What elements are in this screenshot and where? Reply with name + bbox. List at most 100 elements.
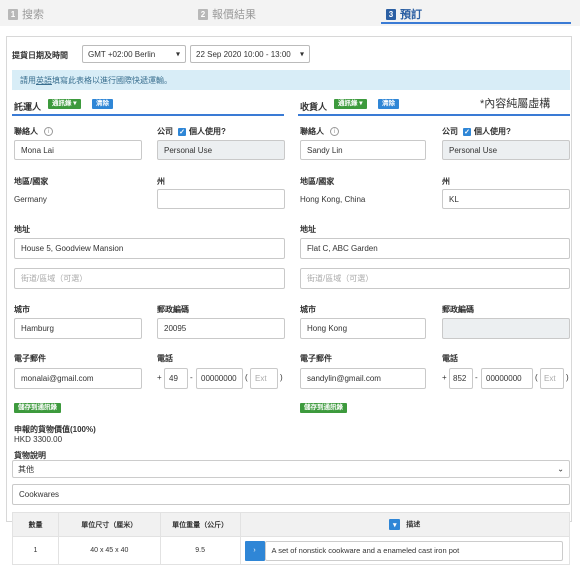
row-weight: 9.5 [159,536,241,565]
help-icon[interactable]: i [330,127,339,137]
sender-save-address-book-button[interactable]: 儲存到通訊錄 [14,403,61,413]
recipient-city-input[interactable]: Hong Kong [300,318,426,339]
qty-header: 數量 [12,512,59,537]
chevron-down-icon: ▾ [299,49,304,59]
recipient-title: 收貨人 [300,102,328,112]
recipient-postcode-input[interactable] [442,318,570,339]
chevron-down-icon: ⌄ [557,464,564,474]
chevron-down-icon: ▾ [175,49,180,59]
sender-title: 託運人 [14,102,42,112]
sender-address-book-button[interactable]: 通訊錄 ▾ [48,99,81,109]
sender-company-input[interactable]: Personal Use [157,140,285,160]
items-table: 數量 單位尺寸（厘米） 單位重量（公斤） ▾ 描述 1 40 x 45 x 40 … [12,512,571,565]
expand-all-chevron-icon[interactable]: ▾ [389,519,401,530]
row-desc-input[interactable]: A set of nonstick cookware and a enamele… [264,540,563,561]
pickup-datetime-select[interactable]: 22 Sep 2020 10:00 - 13:00 ▾ [190,45,310,63]
fictional-content-note: *內容純屬虛構 [480,98,551,110]
recipient-region-label: 地區/國家 [300,177,335,186]
sender-city-input[interactable]: Hamburg [14,318,142,339]
sender-contact-label: 聯絡人 i [14,126,53,137]
step-label: 預訂 [400,9,422,21]
recipient-address-input[interactable]: Flat C, ABC Garden [300,238,570,259]
step-number: 3 [386,8,396,20]
recipient-save-address-book-button[interactable]: 儲存到通訊錄 [300,403,347,413]
sender-postcode-label: 郵政編碼 [157,305,189,314]
sender-region-value: Germany [14,195,47,204]
sender-ext-input[interactable]: Ext [250,368,278,389]
recipient-email-input[interactable]: sandylin@gmail.com [300,368,426,389]
table-row: 1 40 x 45 x 40 9.5 › A set of nonstick c… [12,536,571,565]
ext-paren-close: ) [280,373,283,382]
recipient-postcode-label: 郵政編碼 [442,305,474,314]
recipient-state-label: 州 [442,177,450,186]
sender-address-input[interactable]: House 5, Goodview Mansion [14,238,285,259]
step-number: 2 [198,8,208,20]
timezone-select[interactable]: GMT +02:00 Berlin ▾ [82,45,186,63]
sender-clear-button[interactable]: 清除 [92,99,113,109]
sender-postcode-input[interactable]: 20095 [157,318,285,339]
recipient-email-label: 電子郵件 [300,354,332,363]
sender-state-label: 州 [157,177,165,186]
row-desc-cell: › A set of nonstick cookware and a ename… [239,536,571,565]
recipient-phone-input[interactable]: 00000000 [481,368,533,389]
recipient-ext-input[interactable]: Ext [540,368,564,389]
recipient-company-input[interactable]: Personal Use [442,140,570,160]
info-banner: 請用 英語 填寫此表格以進行國際快遞運輸。 [12,70,570,90]
ext-paren-open: ( [245,373,248,382]
recipient-company-label: 公司 ✓ 個人使用? [442,126,511,137]
sender-email-input[interactable]: monalai@gmail.com [14,368,142,389]
recipient-address-label: 地址 [300,225,316,234]
recipient-state-input[interactable]: KL [442,189,570,209]
recipient-region-value: Hong Kong, China [300,195,366,204]
sender-city-label: 城市 [14,305,30,314]
timezone-value: GMT +02:00 Berlin [88,49,156,59]
sender-email-label: 電子郵件 [14,354,46,363]
goods-description-input[interactable]: Cookwares [12,484,570,505]
button-label: 通訊錄 [52,100,72,107]
checkbox-checked-icon[interactable]: ✓ [463,127,471,136]
declared-value-label: 申報的貨物價值(100%) [14,425,96,434]
weight-header: 單位重量（公斤） [159,512,241,537]
label-text: 公司 [157,127,173,136]
recipient-contact-label: 聯絡人 i [300,126,339,137]
sender-street-input[interactable]: 街道/區域（可選） [14,268,285,289]
checkbox-checked-icon[interactable]: ✓ [178,127,186,136]
phone-plus-sign: + [157,373,162,382]
desc-header: ▾ 描述 [239,512,571,537]
ext-paren-open: ( [535,373,538,382]
info-text-suffix: 填寫此表格以進行國際快遞運輸。 [52,75,172,85]
phone-dash: - [190,373,193,382]
recipient-address-book-button[interactable]: 通訊錄 ▾ [334,99,367,109]
sender-state-input[interactable] [157,189,285,209]
help-icon[interactable]: i [44,127,53,137]
phone-dash: - [475,373,478,382]
sender-phone-country-code-input[interactable]: 49 [164,368,188,389]
goods-category-value: 其他 [18,464,34,474]
recipient-clear-button[interactable]: 清除 [378,99,399,109]
goods-category-select[interactable]: 其他 ⌄ [12,460,570,478]
sender-phone-input[interactable]: 00000000 [196,368,243,389]
phone-plus-sign: + [442,373,447,382]
sender-phone-label: 電話 [157,354,173,363]
recipient-phone-label: 電話 [442,354,458,363]
dims-header: 單位尺寸（厘米） [57,512,161,537]
sender-company-label: 公司 ✓ 個人使用? [157,126,226,137]
english-link[interactable]: 英語 [36,75,52,86]
recipient-contact-input[interactable]: Sandy Lin [300,140,426,160]
sender-contact-input[interactable]: Mona Lai [14,140,142,160]
step-search[interactable]: 1 搜索 [8,6,44,22]
recipient-phone-country-code-input[interactable]: 852 [449,368,473,389]
sender-address-label: 地址 [14,225,30,234]
declared-value: HKD 3300.00 [14,435,63,444]
recipient-city-label: 城市 [300,305,316,314]
button-label: 通訊錄 [338,100,358,107]
step-number: 1 [8,8,18,20]
expand-row-chevron-icon[interactable]: › [244,540,265,561]
pickup-label: 提貨日期及時間 [12,51,68,60]
label-text: 聯絡人 [300,127,324,136]
recipient-street-input[interactable]: 街道/區域（可選） [300,268,570,289]
desc-header-label: 描述 [406,521,421,529]
step-quote-results[interactable]: 2 報價結果 [198,6,256,22]
step-booking[interactable]: 3 預訂 [386,6,422,22]
sender-header-underline [12,114,284,116]
